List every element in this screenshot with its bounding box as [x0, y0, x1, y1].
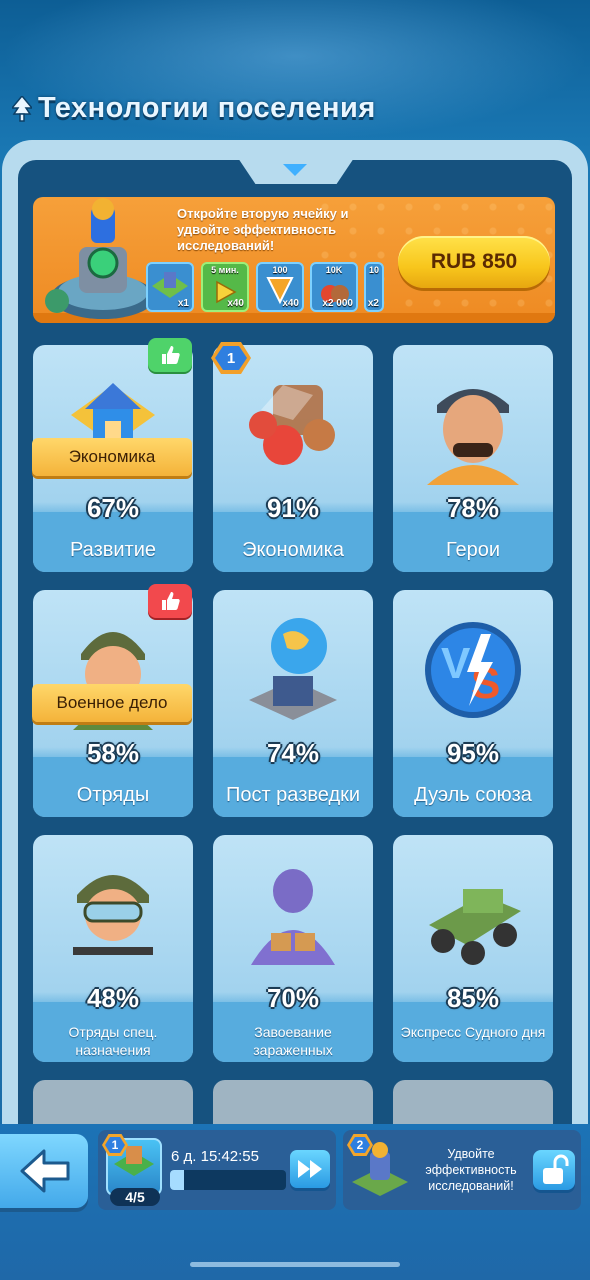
tech-name: Экспресс Судного дня	[400, 1024, 546, 1040]
tech-name: Развитие	[70, 539, 156, 561]
zombie-icon	[251, 869, 335, 965]
tech-percent: 70%	[266, 983, 320, 1013]
tech-card-special-forces[interactable]: 48% Отряды спец. назначения	[33, 835, 193, 1062]
page-title-text: Технологии поселения	[38, 92, 376, 124]
reward-qty: x40	[282, 298, 299, 309]
versus-icon: V S	[425, 622, 521, 718]
tech-card-locked	[213, 1080, 373, 1130]
tech-name: Отряды спец. назначения	[68, 1024, 158, 1058]
tech-name: Экономика	[242, 539, 344, 561]
tech-card-alliance-duel[interactable]: V S 95% Дуэль союза	[393, 590, 553, 817]
back-button[interactable]	[0, 1134, 88, 1208]
reward-qty: x2 000	[322, 298, 353, 309]
tech-percent: 95%	[446, 738, 500, 768]
resources-icon	[249, 385, 335, 465]
hero-portrait-icon	[427, 389, 519, 485]
tech-name: Отряды	[76, 784, 150, 806]
thumbs-up-icon	[162, 592, 180, 610]
tech-card-doomsday-express[interactable]: 85% Экспресс Судного дня	[393, 835, 553, 1062]
unlock-slot-button[interactable]	[533, 1150, 575, 1190]
tech-percent: 48%	[86, 983, 140, 1013]
tech-card-economy[interactable]: 91% Экономика	[213, 345, 373, 572]
reward-label: 5 мин.	[211, 265, 239, 275]
tech-card-infected-conquest[interactable]: 70% Завоевание зараженных	[213, 835, 373, 1062]
category-ribbon-military: Военное дело	[32, 684, 192, 722]
reward-speedup[interactable]: 5 мин. x40	[201, 262, 249, 312]
chevron-down-icon[interactable]	[283, 164, 307, 176]
slot-number: 2	[350, 1137, 370, 1153]
category-ribbon-economy: Экономика	[32, 438, 192, 476]
ribbon-label: Военное дело	[56, 693, 168, 712]
research-queue-count: 4/5	[110, 1188, 160, 1206]
reward-label: 10	[368, 265, 379, 275]
research-count: 1	[215, 346, 247, 370]
buy-price: RUB 850	[430, 250, 518, 273]
tech-percent: 78%	[446, 493, 500, 523]
tech-name: Пост разведки	[225, 784, 361, 806]
unlock-slot-text: Удвойте эффективность исследований!	[425, 1147, 517, 1193]
special-forces-icon	[73, 875, 153, 955]
reward-qty: x1	[177, 298, 189, 309]
svg-text:V: V	[441, 639, 471, 688]
speedup-button[interactable]	[290, 1150, 330, 1188]
globe-icon	[249, 618, 337, 720]
reward-label: 100	[272, 265, 288, 275]
reward-label: 10K	[325, 265, 343, 275]
tech-name: Завоевание зараженных	[253, 1024, 333, 1058]
tech-name: Дуэль союза	[414, 784, 532, 806]
arrow-left-icon	[20, 1149, 70, 1193]
reward-qty: x40	[227, 298, 244, 309]
tech-percent: 74%	[266, 738, 320, 768]
reward-vip[interactable]: 100 x40	[256, 262, 304, 312]
tech-card-heroes[interactable]: 78% Герои	[393, 345, 553, 572]
reward-building[interactable]: x1	[146, 262, 194, 312]
armored-truck-icon	[429, 889, 521, 965]
tech-card-locked	[393, 1080, 553, 1130]
slot-number: 1	[105, 1137, 125, 1153]
tech-name: Герои	[445, 539, 501, 561]
promo-text: Откройте вторую ячейку и удвойте эффекти…	[177, 206, 349, 253]
reward-partial[interactable]: 10 x2	[364, 262, 384, 312]
fast-forward-icon	[298, 1160, 322, 1178]
ribbon-label: Экономика	[68, 447, 156, 466]
tech-percent: 91%	[266, 493, 320, 523]
tech-percent: 58%	[86, 738, 140, 768]
tech-card-locked	[33, 1080, 193, 1130]
padlock-open-icon	[543, 1154, 569, 1184]
research-timer: 6 д. 15:42:55	[171, 1148, 259, 1165]
tech-card-recon-post[interactable]: 74% Пост разведки	[213, 590, 373, 817]
research-progress-bar	[170, 1170, 286, 1190]
research-progress-fill	[170, 1170, 184, 1190]
tree-icon	[12, 95, 32, 122]
page-title: Технологии поселения	[12, 92, 376, 125]
reward-food[interactable]: 10K x2 000	[310, 262, 358, 312]
reward-qty: x2	[367, 298, 379, 309]
home-indicator[interactable]	[190, 1262, 400, 1267]
tech-percent: 67%	[86, 493, 140, 523]
tech-percent: 85%	[446, 983, 500, 1013]
recommended-badge	[148, 338, 192, 372]
buy-button[interactable]: RUB 850	[398, 236, 550, 288]
recommended-badge	[148, 584, 192, 618]
thumbs-up-icon	[162, 346, 180, 364]
